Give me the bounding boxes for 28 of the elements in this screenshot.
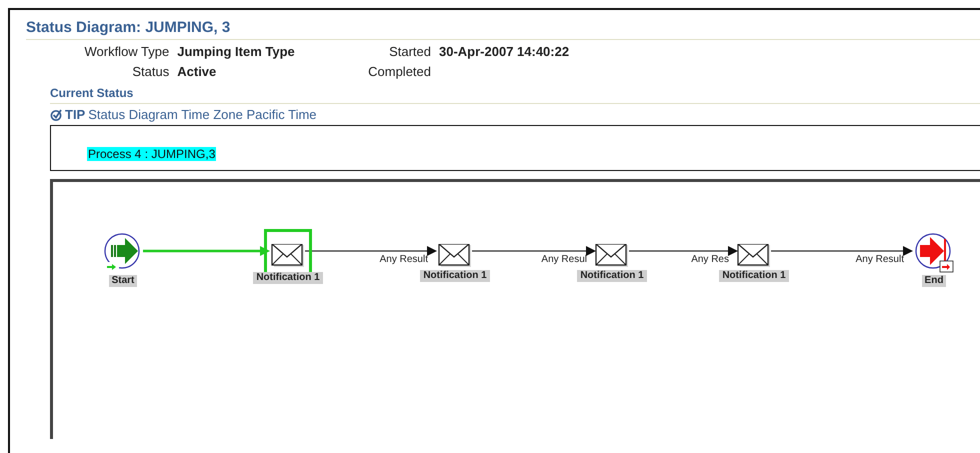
node-label: Notification 1 (420, 270, 490, 282)
field-value: Jumping Item Type (177, 43, 296, 60)
edge-label: Any Result (856, 254, 904, 266)
tip-text: Status Diagram Time Zone Pacific Time (88, 107, 317, 123)
field-label: Workflow Type (83, 43, 170, 60)
section-heading: Current Status (50, 86, 134, 101)
node-label: End (922, 275, 946, 287)
envelope-icon (737, 244, 771, 268)
edge-label: Any Resul (541, 254, 587, 266)
envelope-icon (271, 244, 305, 268)
end-arrow-icon (914, 233, 954, 273)
envelope-icon (595, 244, 629, 268)
page-title: Status Diagram: JUMPING, 3 (26, 19, 232, 37)
field-value: Active (177, 63, 218, 80)
envelope-icon (438, 244, 472, 268)
check-circle-icon (50, 109, 62, 121)
node-label: Notification 1 (719, 270, 789, 282)
field-label: Completed (367, 63, 431, 80)
node-label: Start (108, 275, 138, 287)
tip-label: TIP (65, 107, 86, 123)
field-label: Started (388, 43, 431, 60)
field-label: Status (131, 63, 170, 80)
edge-label: Any Result (380, 254, 428, 266)
edge-label: Any Res (691, 254, 729, 266)
node-label: Notification 1 (253, 272, 323, 284)
process-label[interactable]: Process 4 : JUMPING,3 (87, 147, 216, 161)
field-value: 30-Apr-2007 14:40:22 (439, 43, 570, 60)
node-label: Notification 1 (577, 270, 647, 282)
